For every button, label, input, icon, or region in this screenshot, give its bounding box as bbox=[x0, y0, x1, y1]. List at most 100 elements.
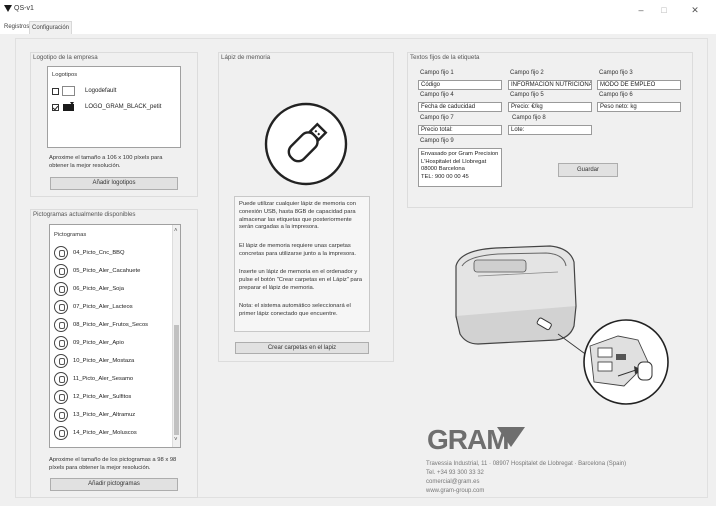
title-bar: QS-v1 – □ ✕ bbox=[0, 0, 716, 20]
logos-list-title: Logotipos bbox=[52, 72, 78, 78]
gram-brand: GRAM bbox=[427, 424, 525, 456]
dairy-icon bbox=[54, 300, 68, 314]
field-3-label: Campo fijo 3 bbox=[599, 70, 633, 76]
add-logos-button[interactable]: Añadir logotipos bbox=[50, 177, 178, 190]
celery-icon bbox=[54, 336, 68, 350]
usb-info-p3: Inserte un lápiz de memoria en el ordena… bbox=[239, 269, 363, 291]
gram-logo-triangle-icon bbox=[497, 427, 525, 447]
usb-info-p1: Puede utilizar cualquier lápiz de memori… bbox=[239, 201, 356, 231]
picto-name: 05_Picto_Aler_Cacahuete bbox=[73, 268, 141, 274]
maximize-button[interactable]: □ bbox=[653, 3, 675, 17]
field-8-input[interactable]: Lote: bbox=[508, 125, 592, 135]
gram-tel: Tel. +34 93 300 33 32 bbox=[426, 470, 484, 476]
labels-group-title: Textos fijos de la etiqueta bbox=[410, 54, 480, 61]
minimize-button[interactable]: – bbox=[630, 3, 652, 17]
list-item[interactable]: 05_Picto_Aler_Cacahuete bbox=[54, 263, 140, 279]
nuts-icon bbox=[54, 318, 68, 332]
save-button[interactable]: Guardar bbox=[558, 163, 618, 177]
usb-info-p4: Nota: el sistema automático seleccionará… bbox=[239, 303, 351, 317]
list-item[interactable]: 14_Picto_Aler_Moluscos bbox=[54, 425, 137, 441]
labels-group: Textos fijos de la etiqueta Campo fijo 1… bbox=[407, 52, 693, 208]
close-button[interactable]: ✕ bbox=[684, 3, 706, 17]
peanut-icon bbox=[54, 264, 68, 278]
gram-address: Travessia Industrial, 11 · 08907 Hospita… bbox=[426, 461, 627, 467]
bbq-icon bbox=[54, 246, 68, 260]
usb-info-box: Puede utilizar cualquier lápiz de memori… bbox=[234, 196, 370, 332]
logo-name: LOGO_GRAM_BLACK_petit bbox=[85, 104, 162, 110]
list-item[interactable]: 09_Picto_Aler_Apio bbox=[54, 335, 124, 351]
pictos-list-title: Pictogramas bbox=[54, 232, 87, 238]
soy-icon bbox=[54, 282, 68, 296]
picto-name: 09_Picto_Aler_Apio bbox=[73, 340, 124, 346]
window-title: QS-v1 bbox=[14, 5, 34, 12]
logo-item[interactable]: LOGO_GRAM_BLACK_petit bbox=[52, 100, 161, 114]
scroll-down-icon[interactable]: ˅ bbox=[174, 437, 178, 443]
logo-name: Logodefault bbox=[85, 88, 117, 94]
picto-name: 07_Picto_Aler_Lacteos bbox=[73, 304, 133, 310]
field-7-input[interactable]: Precio total: bbox=[418, 125, 502, 135]
sesame-icon bbox=[54, 372, 68, 386]
picto-name: 12_Picto_Aler_Sulfitos bbox=[73, 394, 132, 400]
list-item[interactable]: 04_Picto_Cnc_BBQ bbox=[54, 245, 125, 261]
field-5-label: Campo fijo 5 bbox=[510, 92, 544, 98]
gram-email: comercial@gram.es bbox=[426, 479, 480, 485]
picto-name: 11_Picto_Aler_Sesamo bbox=[73, 376, 134, 382]
create-folders-button[interactable]: Crear carpetas en el lapiz bbox=[235, 342, 369, 354]
field-2-label: Campo fijo 2 bbox=[510, 70, 544, 76]
scrollbar-thumb[interactable] bbox=[174, 325, 179, 435]
logos-group-title: Logotipo de la empresa bbox=[33, 54, 98, 61]
pictos-hint: Aproxime el tamaño de los pictogramas a … bbox=[49, 457, 177, 471]
field-8-label: Campo fijo 8 bbox=[512, 115, 546, 121]
logo-item[interactable]: Logodefault bbox=[52, 84, 116, 98]
picto-name: 08_Picto_Aler_Frutos_Secos bbox=[73, 322, 149, 328]
field-1-label: Campo fijo 1 bbox=[420, 70, 454, 76]
field-4-input[interactable]: Fecha de caducidad bbox=[418, 102, 502, 112]
field-5-input[interactable]: Precio: €/kg bbox=[508, 102, 592, 112]
picto-name: 06_Picto_Aler_Soja bbox=[73, 286, 124, 292]
tab-configuracion[interactable]: Configuración bbox=[29, 21, 73, 34]
field-2-input[interactable]: INFORMACIÓN NUTRICIONAL bbox=[508, 80, 592, 90]
picto-name: 04_Picto_Cnc_BBQ bbox=[73, 250, 125, 256]
usb-info-p2: El lápiz de memoria requiere unas carpet… bbox=[239, 243, 356, 257]
usb-stick-icon bbox=[264, 102, 348, 186]
field-9-label: Campo fijo 9 bbox=[420, 138, 454, 144]
sulphites-icon bbox=[54, 390, 68, 404]
list-item[interactable]: 07_Picto_Aler_Lacteos bbox=[54, 299, 133, 315]
pictos-scrollbar[interactable]: ˄ ˅ bbox=[172, 225, 180, 447]
gram-logo-thumbnail bbox=[62, 101, 75, 113]
pictos-list[interactable]: Pictogramas 04_Picto_Cnc_BBQ 05_Picto_Al… bbox=[49, 224, 181, 448]
logo-checkbox[interactable] bbox=[52, 87, 59, 95]
picto-name: 10_Picto_Aler_Mostaza bbox=[73, 358, 135, 364]
gram-web: www.gram-group.com bbox=[426, 488, 485, 494]
list-item[interactable]: 11_Picto_Aler_Sesamo bbox=[54, 371, 133, 387]
pictos-group-title: Pictogramas actualmente disponibles bbox=[33, 211, 136, 218]
logo-thumbnail bbox=[62, 86, 75, 96]
list-item[interactable]: 10_Picto_Aler_Mostaza bbox=[54, 353, 134, 369]
mustard-icon bbox=[54, 354, 68, 368]
app-icon bbox=[4, 5, 12, 12]
list-item[interactable]: 06_Picto_Aler_Soja bbox=[54, 281, 124, 297]
list-item[interactable]: 13_Picto_Aler_Altramuz bbox=[54, 407, 135, 423]
logos-group: Logotipo de la empresa Logotipos Logodef… bbox=[30, 52, 198, 197]
list-item[interactable]: 08_Picto_Aler_Frutos_Secos bbox=[54, 317, 148, 333]
tab-bar: Registros Configuración bbox=[0, 20, 716, 34]
logo-checkbox-checked[interactable] bbox=[52, 103, 59, 111]
field-3-input[interactable]: MODO DE EMPLEO bbox=[597, 80, 681, 90]
logos-list[interactable]: Logotipos Logodefault LOGO_GRAM_BLACK_pe… bbox=[47, 66, 181, 148]
usb-group: Lápiz de memoria Puede utilizar cualquie… bbox=[218, 52, 394, 362]
field-9-textarea[interactable]: Envasado por Gram Precision L'Hospitalet… bbox=[418, 148, 502, 187]
picto-name: 13_Picto_Aler_Altramuz bbox=[73, 412, 136, 418]
add-pictos-button[interactable]: Añadir pictogramas bbox=[50, 478, 178, 491]
pictos-group: Pictogramas actualmente disponibles Pict… bbox=[30, 209, 198, 498]
usb-group-title: Lápiz de memoria bbox=[221, 54, 271, 61]
scroll-up-icon[interactable]: ˄ bbox=[174, 228, 178, 234]
field-6-label: Campo fijo 6 bbox=[599, 92, 633, 98]
tab-registros[interactable]: Registros bbox=[2, 21, 31, 34]
printer-illustration bbox=[455, 245, 669, 405]
field-6-input[interactable]: Peso neto: kg bbox=[597, 102, 681, 112]
lupin-icon bbox=[54, 408, 68, 422]
field-1-input[interactable]: Código bbox=[418, 80, 502, 90]
list-item[interactable]: 12_Picto_Aler_Sulfitos bbox=[54, 389, 131, 405]
field-4-label: Campo fijo 4 bbox=[420, 92, 454, 98]
field-7-label: Campo fijo 7 bbox=[420, 115, 454, 121]
